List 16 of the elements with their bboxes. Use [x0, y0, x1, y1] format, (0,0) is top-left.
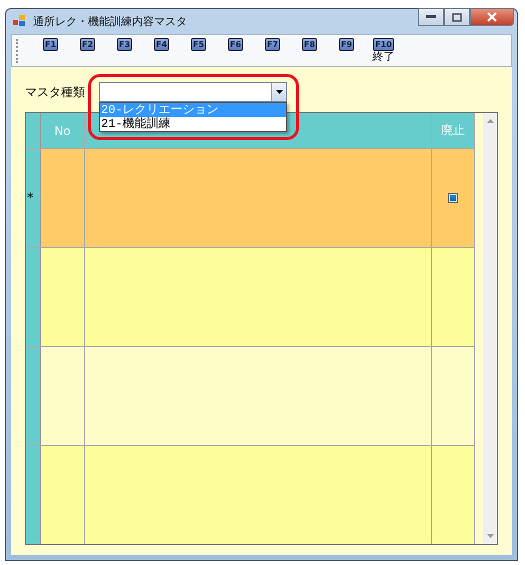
- window-title: 通所レク・機能訓練内容マスタ: [33, 14, 187, 29]
- dropdown-option[interactable]: 21-機能訓練: [100, 117, 286, 131]
- row-marker: *: [27, 190, 34, 206]
- function-key-button[interactable]: F8: [291, 38, 328, 51]
- function-key-button[interactable]: F7: [254, 38, 291, 51]
- function-key-button[interactable]: F10 終了: [365, 38, 402, 62]
- function-key-button[interactable]: F4: [143, 38, 180, 51]
- function-key-button[interactable]: F5: [180, 38, 217, 51]
- dropdown-option[interactable]: 20-レクリエーション: [100, 103, 286, 117]
- function-key-button[interactable]: F1: [32, 38, 69, 51]
- function-key-button[interactable]: F3: [106, 38, 143, 51]
- row-header[interactable]: *: [26, 149, 41, 247]
- function-key-button[interactable]: F2: [69, 38, 106, 51]
- function-key-button[interactable]: F6: [217, 38, 254, 51]
- function-key-button[interactable]: F9: [328, 38, 365, 51]
- field-label: マスタ種類: [25, 84, 85, 100]
